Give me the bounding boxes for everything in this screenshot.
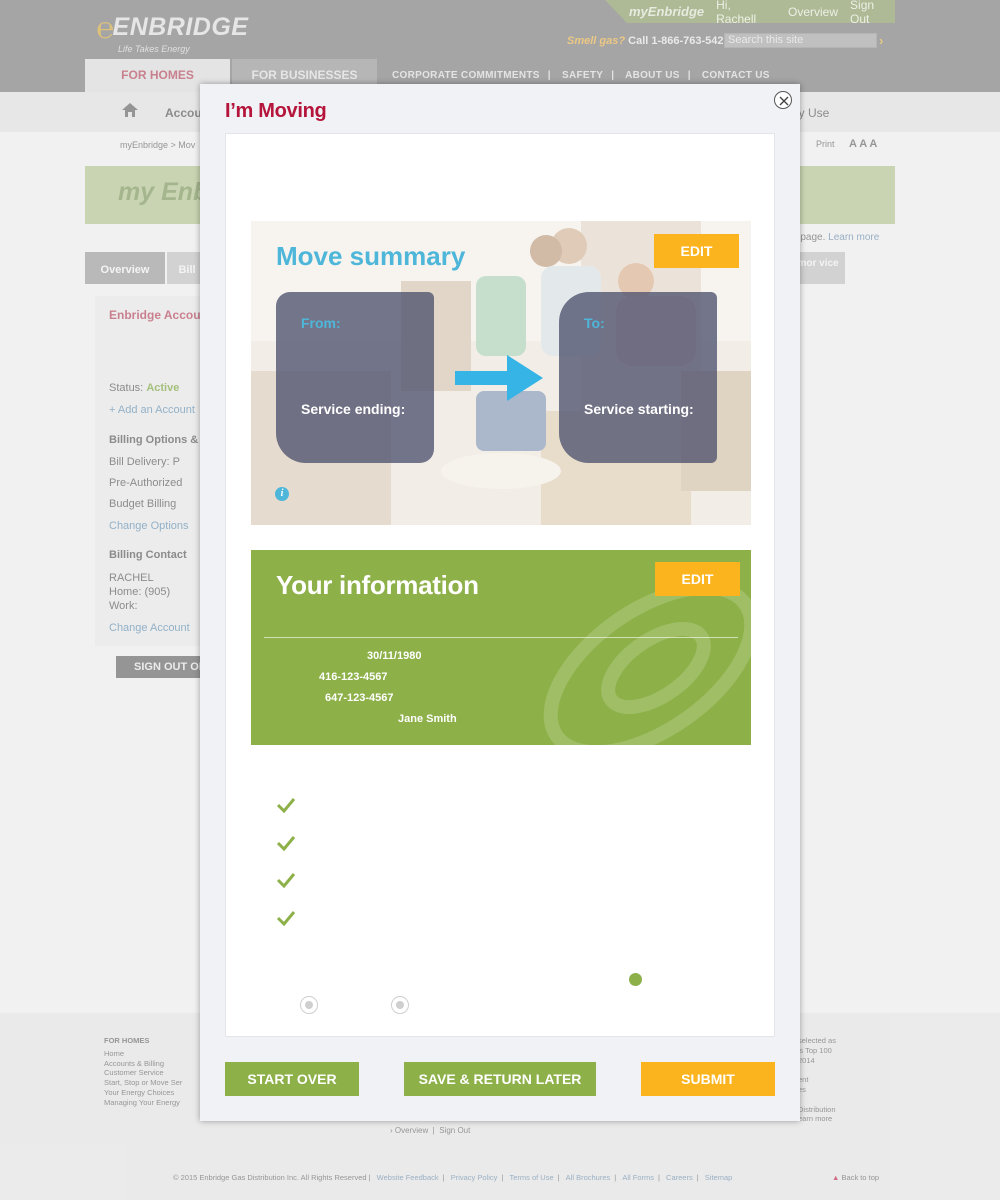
your-information-title: Your information [276, 570, 479, 600]
im-moving-modal: I’m Moving Move summary EDIT From: Servi… [200, 84, 800, 1121]
radio-option-1[interactable] [300, 996, 318, 1014]
checkmark-icon [276, 873, 296, 888]
move-summary-edit-button[interactable]: EDIT [654, 234, 739, 268]
to-card: To: Service starting: [559, 292, 717, 463]
save-return-later-button[interactable]: SAVE & RETURN LATER [404, 1062, 596, 1096]
from-card: From: Service ending: [276, 292, 434, 463]
status-dot [629, 973, 642, 986]
move-summary-card: Move summary EDIT From: Service ending: … [251, 221, 751, 525]
modal-title: I’m Moving [225, 100, 327, 122]
start-over-button[interactable]: START OVER [225, 1062, 359, 1096]
checkmark-icon [276, 836, 296, 851]
service-starting-label: Service starting: [584, 401, 694, 417]
move-summary-title: Move summary [276, 241, 466, 271]
from-label: From: [301, 315, 341, 331]
close-button[interactable] [774, 91, 792, 109]
radio-option-2[interactable] [391, 996, 409, 1014]
service-ending-label: Service ending: [301, 401, 406, 417]
your-information-edit-button[interactable]: EDIT [655, 562, 740, 596]
divider [264, 637, 738, 638]
date-of-birth: 30/11/1980 [367, 650, 422, 662]
checkmark-icon [276, 798, 296, 813]
right-arrow-icon [455, 355, 543, 401]
your-information-card: Your information EDIT 30/11/1980 416-123… [251, 550, 751, 745]
primary-phone: 416-123-4567 [319, 671, 388, 683]
info-icon[interactable]: i [275, 487, 289, 501]
secondary-phone: 647-123-4567 [325, 692, 394, 704]
to-label: To: [584, 315, 605, 331]
checkmark-icon [276, 911, 296, 926]
close-icon [779, 96, 789, 106]
submit-button[interactable]: SUBMIT [641, 1062, 775, 1096]
modal-content-panel: Move summary EDIT From: Service ending: … [225, 133, 775, 1037]
contact-name: Jane Smith [398, 713, 457, 725]
